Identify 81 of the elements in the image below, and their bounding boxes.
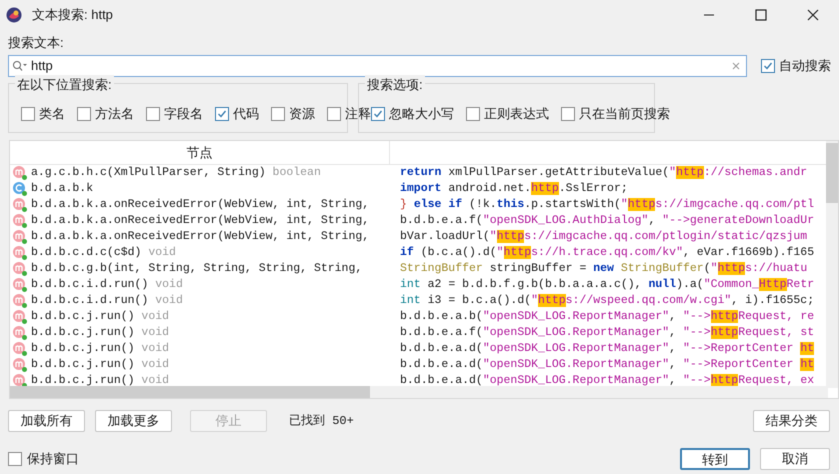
result-node[interactable]: b.d.b.c.j.run() void [10,309,390,325]
result-node[interactable]: b.d.a.b.k [10,181,390,197]
checkbox[interactable] [77,106,91,121]
code-line: int a2 = b.d.b.f.g.b(b.b.a.a.a.c(), null).a("Common_HttpRetr [400,277,814,293]
method-icon [12,357,28,373]
result-node[interactable]: b.d.b.c.g.b(int, String, String, String, String, [10,261,390,277]
result-node[interactable]: b.d.b.c.i.d.run() void [10,293,390,309]
result-node[interactable]: b.d.a.b.k.a.onReceivedError(WebView, int, String, [10,197,390,213]
clear-icon[interactable] [732,62,740,70]
checkbox[interactable] [466,106,480,121]
code-line: b.d.b.e.a.f("openSDK_LOG.ReportManager", "-->httpRequest, st [400,325,814,341]
checkbox[interactable] [371,106,385,121]
search-field[interactable]: http [8,55,747,77]
method-icon [12,213,28,229]
column-header[interactable]: 节点 [10,141,390,164]
result-node[interactable]: b.d.b.c.d.c(c$d) void [10,245,390,261]
checkbox-label: 类名 [39,105,65,123]
group-results-button[interactable]: 结果分类 [753,410,830,432]
maximize-icon[interactable] [755,9,767,21]
close-icon[interactable] [807,9,819,21]
checkbox-label: 资源 [289,105,315,123]
scrollbar-thumb[interactable] [826,143,838,203]
class-icon [12,181,28,197]
checkmark-icon [763,61,773,71]
checkbox-label: 自动搜索 [779,57,831,76]
result-node[interactable]: a.g.c.b.h.c(XmlPullParser, String) boolean [10,165,390,181]
checkbox[interactable] [215,106,229,121]
checkbox[interactable] [8,452,22,466]
result-node[interactable]: b.d.a.b.k.a.onReceivedError(WebView, int, String, [10,229,390,245]
checkbox-label: 字段名 [164,105,203,123]
window-title: 文本搜索: http [32,6,113,24]
checkbox-label: 方法名 [95,105,134,123]
checkbox-label: 保持窗口 [27,450,79,468]
result-node[interactable]: b.d.b.c.j.run() void [10,357,390,373]
checkbox-label: 代码 [233,105,259,123]
code-line: b.d.b.e.a.f("openSDK_LOG.AuthDialog", "-->generateDownloadUr [400,213,814,229]
checkbox[interactable] [271,106,285,121]
checkbox[interactable] [21,106,35,121]
result-node[interactable]: b.d.b.c.i.d.run() void [10,277,390,293]
action-button[interactable]: 加载所有 [8,410,85,432]
result-count: 已找到 50+ [289,413,354,430]
method-icon [12,309,28,325]
code-line: bVar.loadUrl("https://imgcache.qq.com/ptlogin/static/qzsjum [400,229,808,245]
checkbox-label: 正则表达式 [484,105,549,123]
result-node[interactable]: b.d.a.b.k.a.onReceivedError(WebView, int, String, [10,213,390,229]
method-icon [12,261,28,277]
code-line: b.d.b.e.a.d("openSDK_LOG.ReportManager", "-->ReportCenter ht [400,341,814,357]
scrollbar-thumb[interactable] [10,386,370,398]
action-button[interactable]: 加载更多 [95,410,172,432]
method-icon [12,293,28,309]
code-line: StringBuffer stringBuffer = new StringBuffer("https://huatu [400,261,808,277]
code-line: b.d.b.e.a.b("openSDK_LOG.ReportManager", "-->httpRequest, re [400,309,814,325]
dialog-button[interactable]: 取消 [760,448,830,470]
method-icon [12,165,28,181]
code-line: int i3 = b.c.a().d("https://wspeed.qq.com/w.cgi", i).f1655c; [400,293,814,309]
code-line: import android.net.http.SslError; [400,181,628,197]
checkbox[interactable] [327,106,341,121]
result-node[interactable]: b.d.b.c.j.run() void [10,325,390,341]
checkbox-label: 注释 [345,105,371,123]
search-icon [12,60,28,72]
checkbox-label: 只在当前页搜索 [579,105,670,123]
checkbox[interactable] [561,106,575,121]
search-label: 搜索文本: [8,34,65,52]
method-icon [12,325,28,341]
app-logo-icon [6,7,22,23]
method-icon [12,341,28,357]
code-line: } else if (!k.this.p.startsWith("https://imgcache.qq.com/ptl [400,197,814,213]
method-icon [12,229,28,245]
method-icon [12,277,28,293]
dialog-button[interactable]: 转到 [680,448,750,470]
method-icon [12,197,28,213]
result-node[interactable]: b.d.b.c.j.run() void [10,341,390,357]
code-line: return xmlPullParser.getAttributeValue("http://schemas.andr [400,165,808,181]
checkmark-icon [373,108,383,119]
method-icon [12,245,28,261]
checkbox-label: 忽略大小写 [389,105,454,123]
code-line: if (b.c.a().d("https://h.trace.qq.com/kv", eVar.f1669b).f165 [400,245,814,261]
code-line: b.d.b.e.a.d("openSDK_LOG.ReportManager", "-->ReportCenter ht [400,357,814,373]
checkbox[interactable] [146,106,160,121]
checkbox[interactable] [761,59,775,73]
checkmark-icon [217,108,227,119]
